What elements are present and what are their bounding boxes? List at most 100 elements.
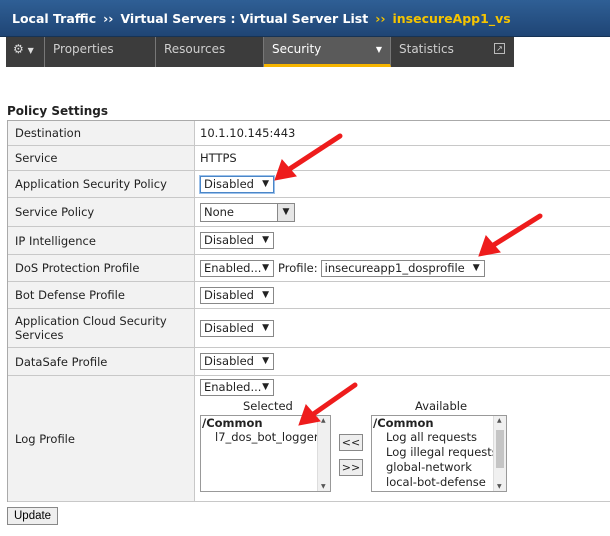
tab-label: Statistics: [399, 42, 454, 56]
service-value: HTTPS: [200, 151, 237, 165]
selected-header: Selected: [243, 399, 293, 413]
tab-security[interactable]: Security ▼: [264, 37, 391, 67]
breadcrumb-separator: ››: [375, 10, 386, 26]
external-link-icon: ↗: [494, 43, 505, 54]
select-value: Disabled: [204, 233, 254, 247]
list-item[interactable]: Log all requests: [372, 430, 506, 445]
cloud-security-select[interactable]: Disabled ▼: [200, 319, 274, 337]
datasafe-select[interactable]: Disabled ▼: [200, 353, 274, 370]
gear-menu-button[interactable]: ⚙ ▼: [6, 37, 45, 67]
row-value: Enabled... ▼ Profile: insecureapp1_dospro…: [195, 255, 610, 281]
service-policy-combo[interactable]: None ▼: [200, 202, 295, 222]
scroll-down-icon: ▼: [321, 483, 326, 490]
chevron-down-icon: ▼: [262, 289, 269, 300]
log-enabled-select[interactable]: Enabled... ▼: [200, 379, 274, 396]
chevron-down-icon: ▼: [262, 235, 269, 245]
select-value: Enabled...: [204, 380, 262, 394]
row-cloud-security: Application Cloud Security Services Disa…: [8, 309, 610, 348]
row-label: DoS Protection Profile: [8, 255, 195, 281]
log-profile-lists: Enabled... ▼ Selected Available /Common l…: [200, 379, 610, 501]
select-value: insecureapp1_dosprofile: [324, 260, 465, 275]
chevron-down-icon: ▼: [27, 46, 34, 55]
list-item[interactable]: Log illegal requests: [372, 445, 506, 460]
tab-label: Resources: [164, 42, 226, 56]
bot-defense-select[interactable]: Disabled ▼: [200, 286, 274, 304]
chevron-down-icon: ▼: [262, 262, 269, 273]
row-service-policy: Service Policy None ▼: [8, 198, 610, 227]
row-value: Disabled ▼: [195, 348, 610, 375]
scrollbar[interactable]: ▲ ▼: [317, 416, 330, 491]
tab-bar: ⚙ ▼ Properties Resources Security ▼ Stati…: [6, 37, 514, 67]
available-header: Available: [415, 399, 468, 413]
ip-intelligence-select[interactable]: Disabled ▼: [200, 232, 274, 249]
row-log-profile: Log Profile Enabled... ▼ Selected Availab…: [8, 376, 610, 502]
tab-properties[interactable]: Properties: [45, 37, 156, 67]
tab-label: Security: [272, 42, 322, 56]
chevron-down-icon: ▼: [472, 262, 480, 273]
row-application-security-policy: Application Security Policy Disabled ▼: [8, 171, 610, 198]
row-dos-protection: DoS Protection Profile Enabled... ▼ Profi…: [8, 255, 610, 282]
row-value: None ▼: [195, 198, 610, 226]
row-value: Enabled... ▼ Selected Available /Common l…: [195, 376, 610, 501]
row-label: DataSafe Profile: [8, 348, 195, 375]
chevron-down-icon: ▼: [262, 356, 269, 366]
chevron-down-icon: ▼: [375, 45, 382, 54]
row-value: Disabled ▼: [195, 227, 610, 254]
row-label: IP Intelligence: [8, 227, 195, 254]
list-group: /Common: [202, 416, 263, 430]
breadcrumb: Local Traffic ›› Virtual Servers : Virtu…: [0, 0, 610, 37]
dos-enabled-select[interactable]: Enabled... ▼: [200, 259, 274, 277]
tab-statistics[interactable]: Statistics ↗: [391, 37, 513, 67]
scrollbar[interactable]: ▲ ▼: [493, 416, 506, 491]
row-label: Bot Defense Profile: [8, 282, 195, 308]
row-label: Log Profile: [8, 376, 195, 501]
update-button[interactable]: Update: [7, 507, 59, 525]
row-destination: Destination 10.1.10.145:443: [8, 121, 610, 146]
available-list[interactable]: /Common Log all requests Log illegal req…: [371, 415, 507, 492]
select-value: Disabled: [204, 287, 254, 302]
row-ip-intelligence: IP Intelligence Disabled ▼: [8, 227, 610, 255]
row-value: Disabled ▼: [195, 309, 610, 347]
chevron-down-icon[interactable]: ▼: [278, 202, 295, 222]
row-label: Application Cloud Security Services: [8, 309, 195, 347]
scrollbar-thumb[interactable]: [496, 430, 504, 468]
row-label: Destination: [8, 121, 195, 145]
breadcrumb-virtual-server-list[interactable]: Virtual Servers : Virtual Server List: [120, 11, 368, 26]
service-policy-value[interactable]: None: [200, 202, 278, 222]
list-group: /Common: [373, 416, 434, 430]
scroll-down-icon: ▼: [497, 483, 502, 490]
asp-select[interactable]: Disabled ▼: [200, 175, 274, 193]
move-right-button[interactable]: >>: [339, 459, 363, 476]
select-value: Disabled: [204, 354, 254, 368]
dos-profile-label: Profile:: [278, 261, 318, 275]
section-title: Policy Settings: [7, 104, 109, 118]
move-left-button[interactable]: <<: [339, 434, 363, 451]
select-value: Disabled: [204, 176, 254, 191]
tab-resources[interactable]: Resources: [156, 37, 264, 67]
row-label: Service Policy: [8, 198, 195, 226]
destination-value: 10.1.10.145:443: [200, 126, 296, 140]
chevron-down-icon: ▼: [262, 382, 269, 392]
select-value: Disabled: [204, 320, 254, 335]
row-value: Disabled ▼: [195, 282, 610, 308]
row-value: Disabled ▼: [195, 171, 610, 197]
chevron-down-icon: ▼: [262, 178, 269, 189]
breadcrumb-current: insecureApp1_vs: [392, 10, 511, 26]
select-value: Enabled...: [204, 260, 262, 275]
breadcrumb-local-traffic[interactable]: Local Traffic: [12, 11, 96, 26]
selected-list[interactable]: /Common l7_dos_bot_logger ▲ ▼: [200, 415, 331, 492]
list-item[interactable]: global-network: [372, 460, 506, 475]
row-service: Service HTTPS: [8, 146, 610, 171]
chevron-down-icon: ▼: [262, 322, 269, 333]
dos-profile-select[interactable]: insecureapp1_dosprofile ▼: [320, 259, 485, 277]
gear-icon: ⚙: [13, 42, 24, 56]
policy-settings-table: Destination 10.1.10.145:443 Service HTTP…: [7, 120, 610, 502]
breadcrumb-separator: ››: [103, 10, 114, 26]
tab-label: Properties: [53, 42, 114, 56]
list-item[interactable]: l7_dos_bot_logger: [201, 430, 330, 445]
scroll-up-icon: ▲: [497, 417, 502, 424]
row-datasafe: DataSafe Profile Disabled ▼: [8, 348, 610, 376]
row-bot-defense: Bot Defense Profile Disabled ▼: [8, 282, 610, 309]
scroll-up-icon: ▲: [321, 417, 326, 424]
list-item[interactable]: local-bot-defense: [372, 475, 506, 490]
